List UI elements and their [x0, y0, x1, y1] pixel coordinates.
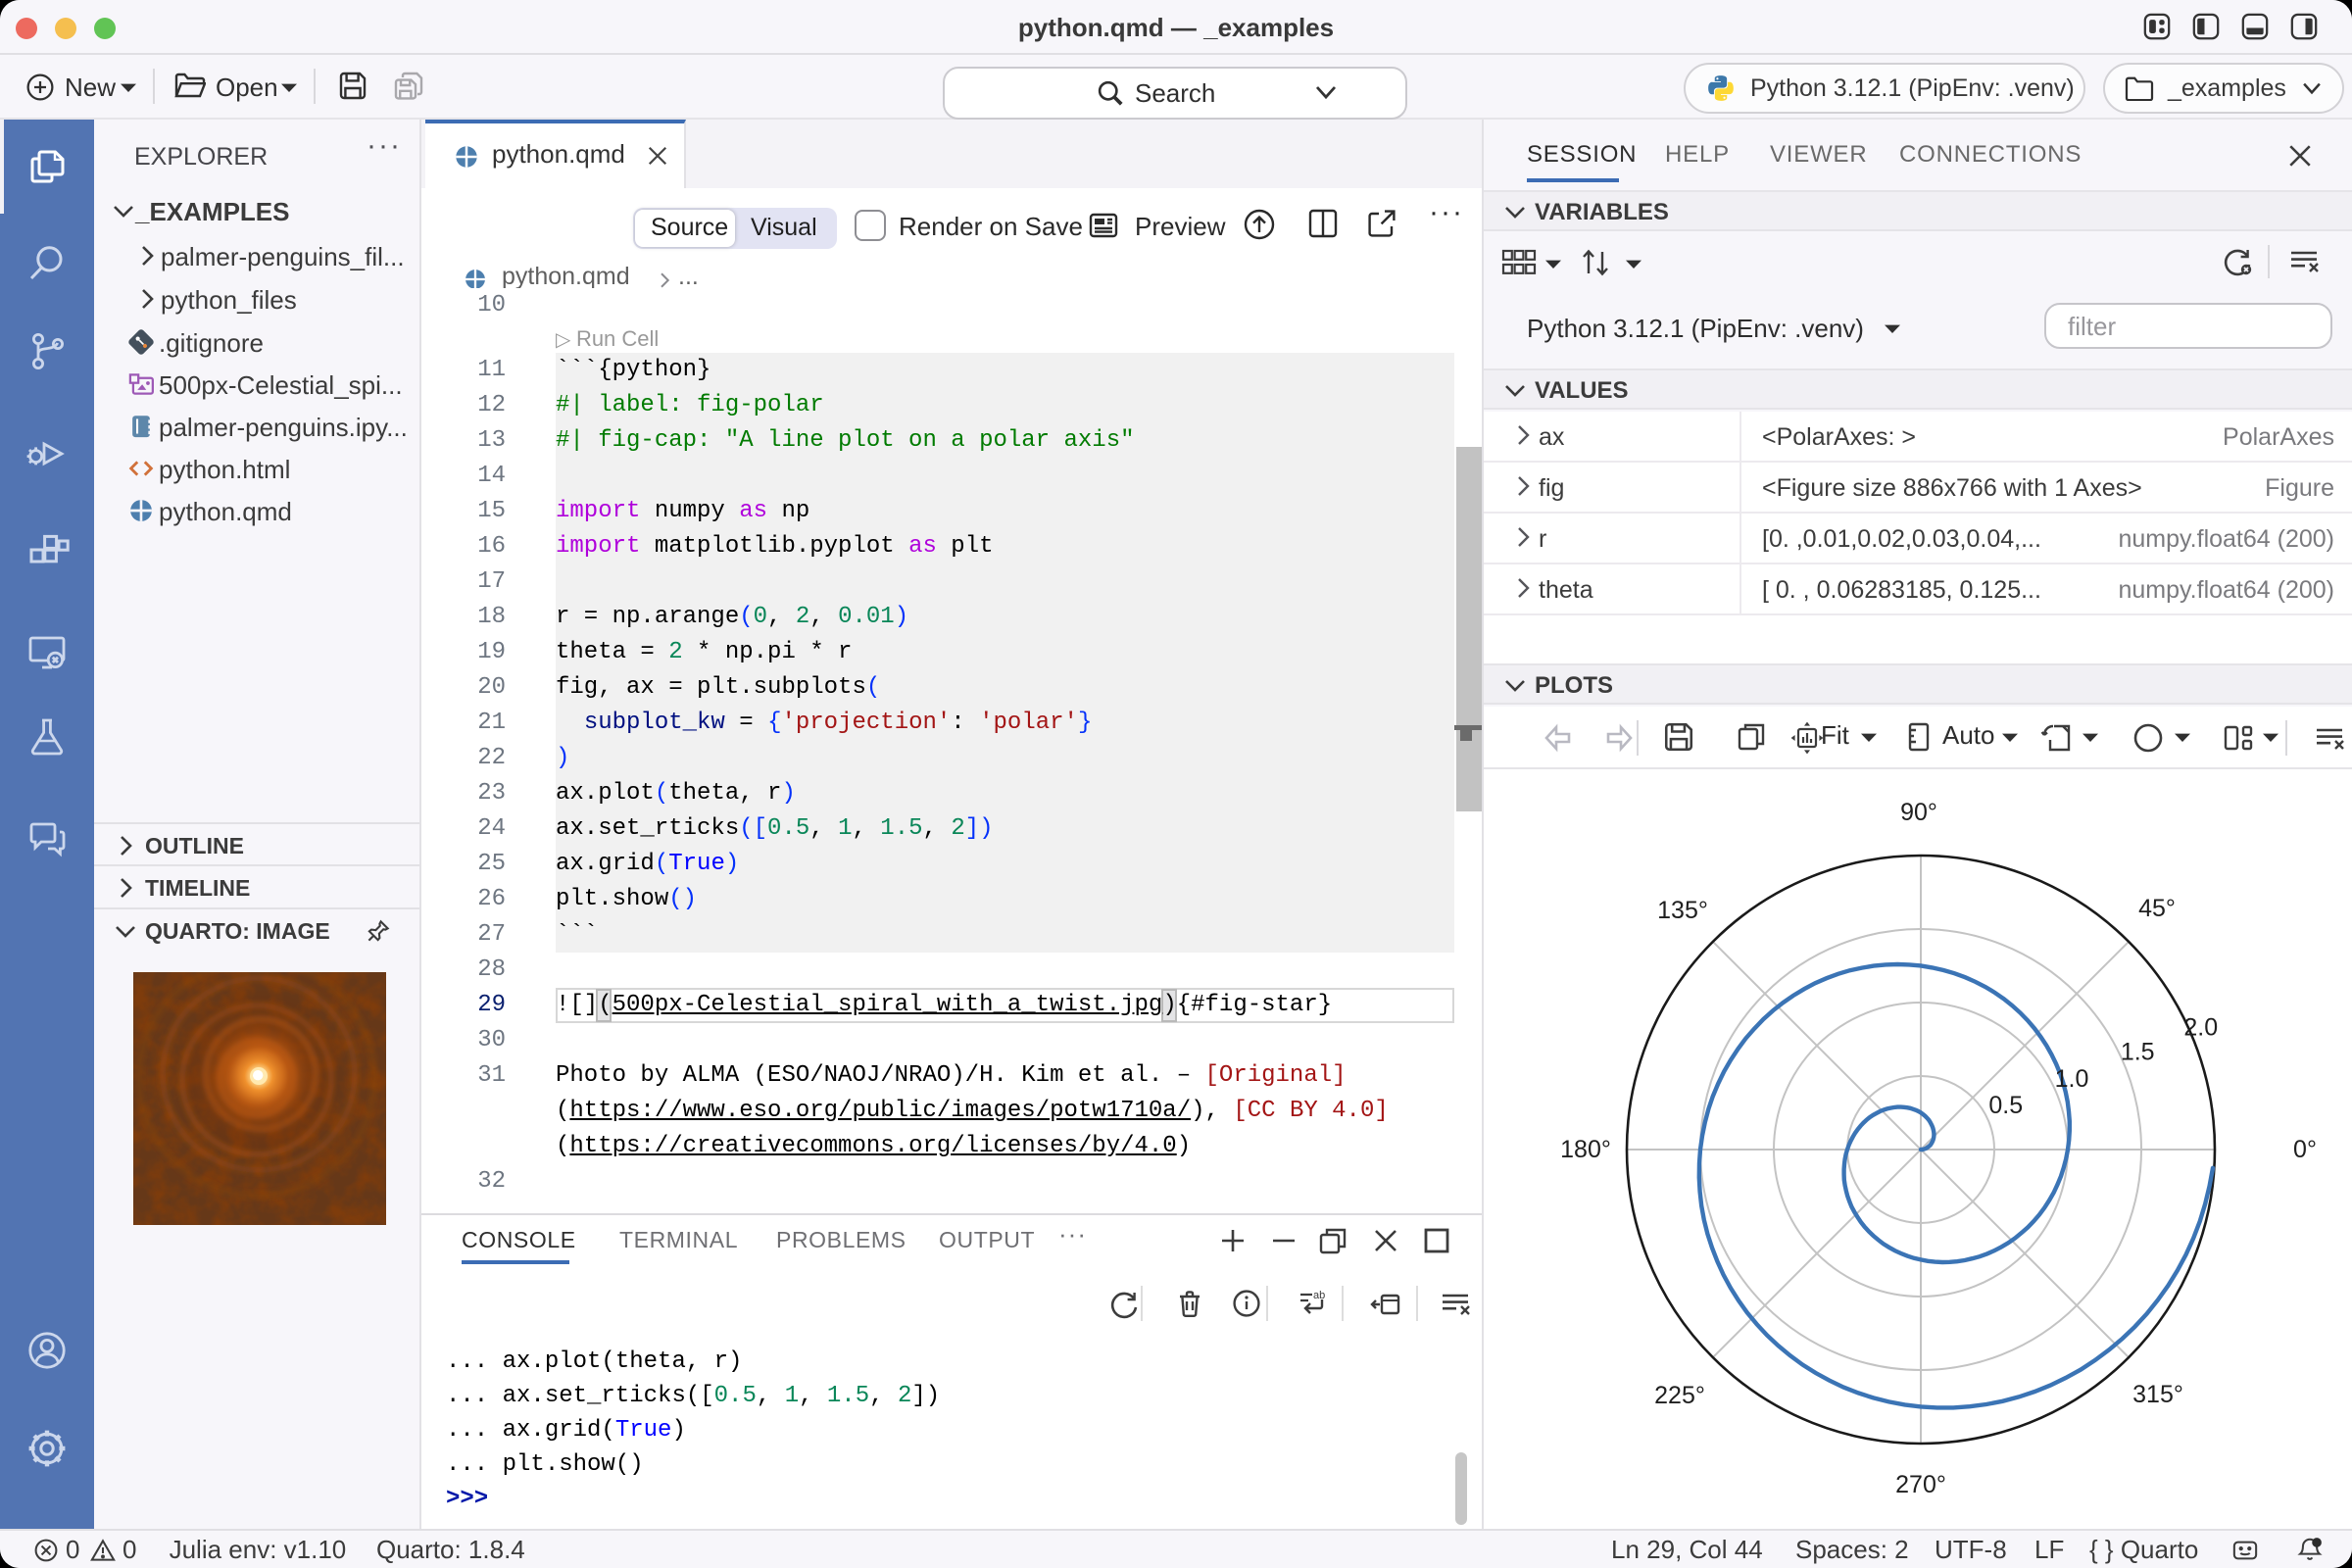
svg-text:270°: 270° [1895, 1471, 1946, 1498]
svg-text:225°: 225° [1654, 1382, 1705, 1409]
svg-text:ab: ab [1313, 1290, 1325, 1301]
svg-text:1.0: 1.0 [2055, 1065, 2089, 1093]
svg-text:180°: 180° [1560, 1136, 1611, 1163]
svg-text:45°: 45° [2138, 895, 2176, 922]
svg-text:0.5: 0.5 [1988, 1092, 2023, 1119]
svg-text:2.0: 2.0 [2183, 1014, 2218, 1042]
svg-text:1.5: 1.5 [2121, 1038, 2155, 1065]
svg-text:315°: 315° [2132, 1381, 2183, 1408]
svg-text:90°: 90° [1900, 799, 1937, 826]
svg-text:135°: 135° [1657, 897, 1708, 924]
svg-text:0°: 0° [2293, 1136, 2317, 1163]
